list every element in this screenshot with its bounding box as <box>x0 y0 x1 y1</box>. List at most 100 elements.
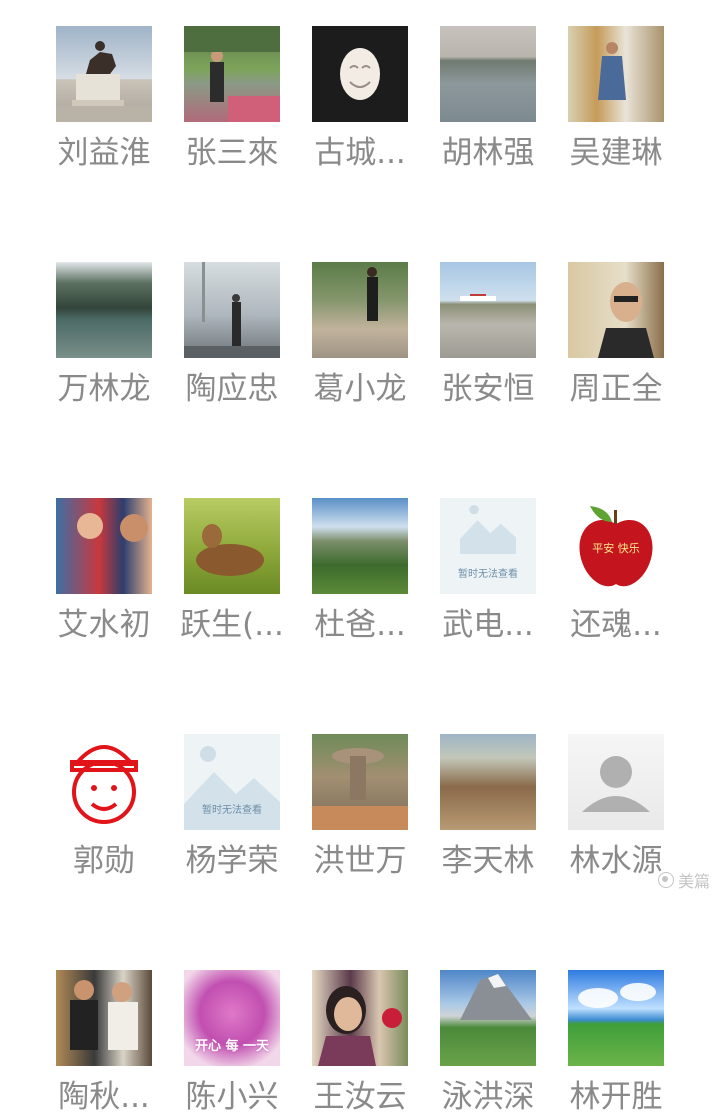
contact-item[interactable]: 暂时无法查看 杨学荣 <box>184 734 280 878</box>
contact-name: 葛小龙 <box>313 372 407 406</box>
contact-photo[interactable] <box>184 262 280 358</box>
contact-item[interactable]: 林开胜 <box>568 970 664 1114</box>
person-photo-icon <box>77 513 148 542</box>
cloud-icon <box>578 983 656 1008</box>
contact-photo[interactable] <box>568 262 664 358</box>
contact-photo[interactable] <box>56 970 152 1066</box>
contact-name: 陶秋... <box>58 1080 150 1114</box>
default-avatar-icon <box>582 756 650 812</box>
contact-photo[interactable]: 暂时无法查看 <box>184 734 280 830</box>
contact-item[interactable]: 暂时无法查看 武电... <box>440 498 536 642</box>
contact-name: 洪世万 <box>313 844 407 878</box>
contact-photo[interactable] <box>56 498 152 594</box>
contact-name: 万林龙 <box>57 372 151 406</box>
contact-photo[interactable] <box>440 26 536 122</box>
contact-name: 艾水初 <box>57 608 151 642</box>
contact-item[interactable]: 杜爸... <box>312 498 408 642</box>
contact-name: 张三來 <box>185 136 279 170</box>
contact-name: 古城... <box>314 136 406 170</box>
person-photo-icon <box>367 267 378 321</box>
placeholder-text: 暂时无法查看 <box>458 569 518 580</box>
contact-name: 郭勋 <box>73 844 135 878</box>
contact-photo[interactable] <box>440 970 536 1066</box>
contact-photo[interactable] <box>56 262 152 358</box>
contact-name: 陶应忠 <box>185 372 279 406</box>
contact-photo[interactable] <box>440 262 536 358</box>
contact-photo[interactable] <box>184 26 280 122</box>
statue-icon <box>56 41 152 122</box>
contact-name: 跃生(... <box>180 608 284 642</box>
animal-icon <box>196 524 264 576</box>
placeholder-text: 暂时无法查看 <box>202 805 262 816</box>
contact-item[interactable]: 陶秋... <box>56 970 152 1114</box>
contact-photo[interactable]: 暂时无法查看 <box>440 498 536 594</box>
apple-caption: 平安 快乐 <box>592 542 640 555</box>
contact-name: 胡林强 <box>441 136 535 170</box>
contact-name: 杜爸... <box>314 608 406 642</box>
contact-photo[interactable] <box>312 734 408 830</box>
contact-name: 林开胜 <box>569 1080 663 1114</box>
contact-item[interactable]: 胡林强 <box>440 26 536 170</box>
contact-item[interactable]: 王汝云 <box>312 970 408 1114</box>
contact-name: 陈小兴 <box>185 1080 279 1114</box>
contact-item[interactable]: 开心 每 一天 陈小兴 <box>184 970 280 1114</box>
contact-item[interactable]: 洪世万 <box>312 734 408 878</box>
contact-item[interactable]: 张安恒 <box>440 262 536 406</box>
person-photo-icon <box>184 262 280 358</box>
contact-item[interactable]: 万林龙 <box>56 262 152 406</box>
contact-item[interactable]: 林水源 <box>568 734 664 878</box>
buddha-icon <box>340 48 380 100</box>
cartoon-face-icon <box>70 745 138 824</box>
contact-name: 武电... <box>442 608 534 642</box>
contact-name: 泳洪深 <box>441 1080 535 1114</box>
contact-photo[interactable] <box>312 498 408 594</box>
contact-item[interactable]: 平安 快乐 还魂... <box>568 498 664 642</box>
contact-name: 还魂... <box>570 608 662 642</box>
contact-photo[interactable] <box>568 734 664 830</box>
contact-photo[interactable] <box>312 262 408 358</box>
contact-item[interactable]: 张三來 <box>184 26 280 170</box>
contact-name: 刘益淮 <box>57 136 151 170</box>
flower-caption: 开心 每 一天 <box>194 1039 270 1054</box>
contact-photo[interactable] <box>440 734 536 830</box>
airplane-icon <box>460 294 496 301</box>
image-placeholder-icon <box>460 505 516 554</box>
contact-name: 王汝云 <box>313 1080 407 1114</box>
contact-item[interactable]: 葛小龙 <box>312 262 408 406</box>
contact-name: 杨学荣 <box>185 844 279 878</box>
contact-item[interactable]: 刘益淮 <box>56 26 152 170</box>
person-photo-icon <box>598 42 626 100</box>
contact-name: 吴建琳 <box>569 136 663 170</box>
fountain-icon <box>312 748 408 830</box>
contact-photo[interactable] <box>312 26 408 122</box>
contact-photo[interactable]: 开心 每 一天 <box>184 970 280 1066</box>
person-photo-icon <box>184 26 280 122</box>
contact-item[interactable]: 吴建琳 <box>568 26 664 170</box>
contact-photo[interactable] <box>568 970 664 1066</box>
contact-name: 张安恒 <box>441 372 535 406</box>
contact-photo[interactable] <box>56 26 152 122</box>
person-photo-icon <box>70 980 138 1050</box>
contact-item[interactable]: 周正全 <box>568 262 664 406</box>
contact-item[interactable]: 陶应忠 <box>184 262 280 406</box>
contact-item[interactable]: 郭勋 <box>56 734 152 878</box>
contact-photo[interactable]: 平安 快乐 <box>568 498 664 594</box>
watermark: 美篇 <box>657 868 710 892</box>
contact-item[interactable]: 古城... <box>312 26 408 170</box>
contact-grid: 刘益淮 张三來 古城... 胡林强 吴建琳 万林龙 陶应忠 葛小龙 张安恒 周正… <box>0 26 720 1114</box>
contact-photo[interactable] <box>568 26 664 122</box>
watermark-label: 美篇 <box>677 872 710 891</box>
contact-photo[interactable] <box>184 498 280 594</box>
contact-item[interactable]: 跃生(... <box>180 498 284 642</box>
contact-name: 李天林 <box>441 844 535 878</box>
meipian-logo-icon <box>657 872 674 888</box>
contact-name: 周正全 <box>569 372 663 406</box>
person-photo-icon <box>598 282 654 358</box>
contact-item[interactable]: 泳洪深 <box>440 970 536 1114</box>
contact-photo[interactable] <box>56 734 152 830</box>
contact-item[interactable]: 李天林 <box>440 734 536 878</box>
person-photo-icon <box>318 986 402 1066</box>
contact-item[interactable]: 艾水初 <box>56 498 152 642</box>
contact-photo[interactable] <box>312 970 408 1066</box>
mountain-icon <box>460 974 532 1020</box>
